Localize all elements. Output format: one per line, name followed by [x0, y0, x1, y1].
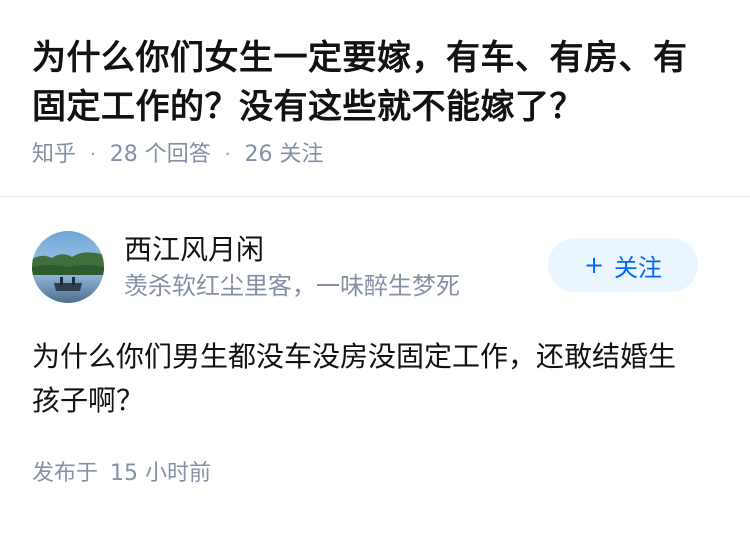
question-meta: 知乎 · 28 个回答 · 26 关注 [32, 140, 718, 170]
follow-button[interactable]: + 关注 [548, 238, 698, 292]
separator-dot: · [90, 144, 96, 165]
avatar[interactable] [32, 231, 104, 303]
author-name[interactable]: 西江风月闲 [124, 232, 548, 268]
question-title[interactable]: 为什么你们女生一定要嫁，有车、有房、有固定工作的？没有这些就不能嫁了？ [32, 34, 718, 132]
answer-card: 西江风月闲 羡杀软红尘里客，一味醉生梦死 + 关注 为什么你们男生都没车没房没固… [0, 197, 750, 489]
plus-icon: + [583, 251, 605, 279]
question-header: 为什么你们女生一定要嫁，有车、有房、有固定工作的？没有这些就不能嫁了？ 知乎 ·… [0, 0, 750, 170]
author-row: 西江风月闲 羡杀软红尘里客，一味醉生梦死 + 关注 [32, 231, 718, 303]
answer-time: 发布于 15 小时前 [32, 459, 718, 489]
source-label[interactable]: 知乎 [32, 140, 76, 170]
avatar-image [32, 231, 104, 303]
author-bio: 羡杀软红尘里客，一味醉生梦死 [124, 272, 460, 300]
separator-dot: · [224, 144, 231, 165]
author-info: 西江风月闲 羡杀软红尘里客，一味醉生梦死 [124, 232, 548, 302]
time-prefix: 发布于 [32, 461, 99, 486]
answer-content[interactable]: 为什么你们男生都没车没房没固定工作，还敢结婚生孩子啊？ [32, 335, 718, 423]
follow-label: 关注 [614, 253, 663, 282]
time-value: 15 小时前 [110, 461, 212, 486]
followers-count[interactable]: 26 关注 [244, 140, 323, 170]
answers-count[interactable]: 28 个回答 [110, 140, 211, 170]
